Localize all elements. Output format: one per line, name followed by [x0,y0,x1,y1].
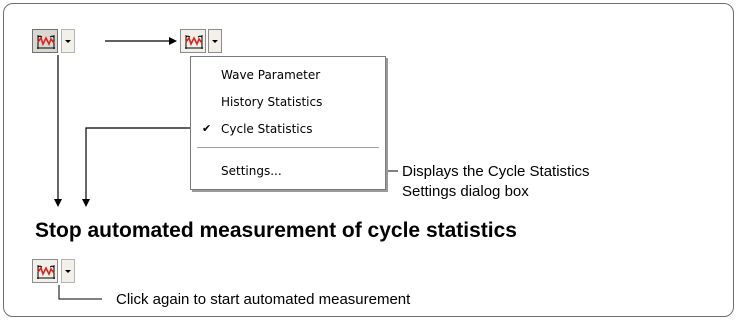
menu-item-wave-parameter[interactable]: Wave Parameter [192,64,384,86]
cycle-statistics-dropdown-button-active[interactable] [208,29,222,53]
settings-callout-line1: Displays the Cycle Statistics [402,163,590,180]
menu-item-label: Wave Parameter [221,68,321,82]
cycle-statistics-button[interactable] [180,29,206,53]
statistics-dropdown-menu: Wave Parameter History Statistics ✔ Cycl… [190,56,386,190]
menu-item-label: History Statistics [221,95,323,109]
restart-callout-line [58,285,102,300]
menu-item-history-statistics[interactable]: History Statistics [192,91,384,113]
settings-callout-line2: Settings dialog box [402,183,529,200]
restart-callout: Click again to start automated measureme… [116,291,411,308]
cycle-statistics-button-released[interactable] [32,259,58,283]
waveform-measurement-icon [37,35,55,49]
waveform-measurement-icon [37,265,55,279]
menu-item-cycle-statistics[interactable]: ✔ Cycle Statistics [192,118,384,140]
cycle-statistics-button-pressed[interactable] [32,29,58,53]
menu-separator [197,147,379,149]
dropdown-arrow-icon [65,270,71,273]
arrow-from-cycle-statistics [82,127,196,207]
dropdown-arrow-icon [212,40,218,43]
menu-item-label: Cycle Statistics [221,122,313,136]
cycle-statistics-dropdown-button[interactable] [61,29,75,53]
waveform-measurement-icon [185,35,203,49]
cycle-statistics-dropdown-button-bottom[interactable] [61,259,75,283]
section-heading: Stop automated measurement of cycle stat… [35,219,517,242]
menu-item-label: Settings... [221,164,282,178]
menu-item-settings[interactable]: Settings... [192,160,384,182]
checkmark-icon: ✔ [202,122,212,135]
dropdown-arrow-icon [65,40,71,43]
